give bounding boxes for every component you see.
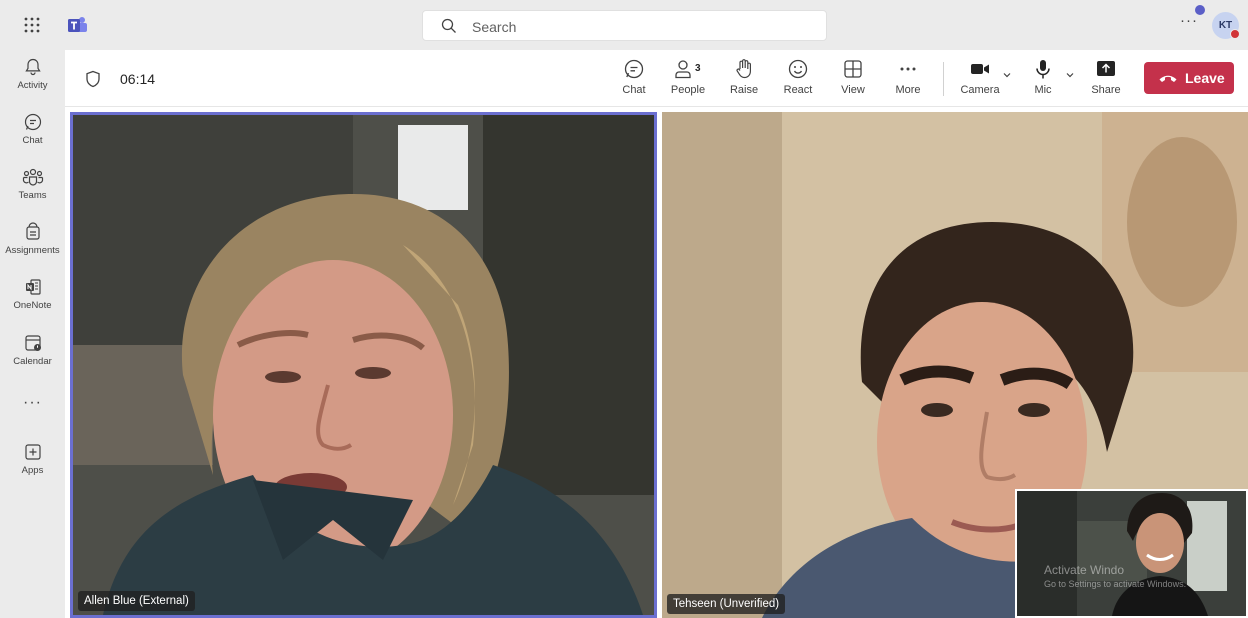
raise-hand-button[interactable]: Raise	[719, 58, 769, 96]
camera-button[interactable]: Camera	[955, 58, 1005, 96]
chat-button[interactable]: Chat	[609, 58, 659, 96]
chat-icon	[624, 59, 644, 79]
meeting-toolbar: 06:14 Chat 3 People Raise React View Mor…	[65, 50, 1248, 107]
search-input[interactable]: Search	[422, 10, 827, 41]
rail-item-label: Teams	[18, 190, 47, 201]
notification-dot	[1195, 5, 1205, 15]
top-bar: Search ··· KT	[0, 0, 1248, 50]
react-label: React	[783, 84, 813, 96]
rail-item-label: Apps	[21, 465, 44, 476]
toolbar-divider	[943, 62, 944, 96]
rail-item-label: Chat	[22, 135, 43, 146]
search-icon	[441, 18, 456, 33]
grid-icon	[844, 60, 862, 78]
presence-status-dot	[1230, 29, 1240, 39]
raise-hand-icon	[736, 59, 751, 79]
calendar-icon	[24, 335, 41, 351]
app-rail: Activity Chat Teams Assignments OneNote …	[0, 50, 65, 618]
camera-label: Camera	[960, 84, 1000, 96]
share-button[interactable]: Share	[1081, 58, 1131, 96]
rail-item-activity[interactable]: Activity	[0, 57, 65, 91]
mic-icon	[1036, 60, 1050, 79]
watermark-subtitle: Go to Settings to activate Windows.	[1044, 579, 1187, 589]
view-label: View	[841, 84, 865, 96]
rail-more-icon[interactable]: ···	[0, 394, 65, 412]
teams-icon	[22, 168, 43, 186]
mic-options-chevron-down-icon[interactable]	[1065, 70, 1075, 80]
more-label: More	[895, 84, 921, 96]
rail-item-label: Assignments	[5, 245, 60, 256]
leave-button[interactable]: Leave	[1144, 62, 1234, 94]
watermark-title: Activate Windo	[1044, 563, 1125, 577]
leave-label: Leave	[1185, 70, 1225, 86]
participant-tile-allen[interactable]: Allen Blue (External)	[70, 112, 657, 618]
camera-icon	[971, 64, 989, 74]
shield-icon[interactable]	[85, 70, 101, 88]
chat-icon	[24, 113, 41, 131]
chat-button-label: Chat	[622, 84, 646, 96]
rail-item-label: Calendar	[13, 356, 52, 367]
react-button[interactable]: React	[773, 58, 823, 96]
rail-item-calendar[interactable]: Calendar	[0, 333, 65, 367]
meeting-timer: 06:14	[120, 71, 156, 87]
hang-up-icon	[1159, 75, 1177, 82]
apps-plus-icon	[24, 444, 41, 460]
camera-options-chevron-down-icon[interactable]	[1002, 70, 1012, 80]
more-button[interactable]: More	[883, 58, 933, 96]
rail-item-label: OneNote	[13, 300, 52, 311]
rail-item-teams[interactable]: Teams	[0, 167, 65, 201]
rail-item-onenote[interactable]: OneNote	[0, 277, 65, 311]
assignments-icon	[25, 222, 40, 240]
onenote-icon	[25, 279, 41, 295]
rail-item-apps[interactable]: Apps	[0, 442, 65, 476]
search-placeholder: Search	[472, 19, 517, 35]
share-icon	[1097, 61, 1115, 76]
participant-name-tag: Allen Blue (External)	[78, 591, 195, 611]
people-icon	[675, 60, 691, 79]
mic-label: Mic	[1034, 84, 1052, 96]
self-video-icon	[1017, 491, 1246, 616]
settings-more-icon[interactable]: ···	[1180, 12, 1198, 29]
rail-item-label: Activity	[17, 80, 48, 91]
more-icon	[900, 67, 916, 71]
rail-item-chat[interactable]: Chat	[0, 112, 65, 146]
people-button-label: People	[670, 84, 706, 96]
teams-logo-icon	[68, 17, 87, 32]
bell-icon	[24, 58, 41, 76]
app-launcher-icon[interactable]	[22, 15, 42, 35]
people-button[interactable]: 3 People	[663, 58, 713, 96]
view-button[interactable]: View	[828, 58, 878, 96]
participant-video-icon	[73, 115, 654, 615]
activation-watermark: Activate Windo Go to Settings to activat…	[1044, 563, 1186, 589]
raise-hand-label: Raise	[729, 84, 759, 96]
people-count-badge: 3	[695, 63, 701, 74]
mic-button[interactable]: Mic	[1018, 58, 1068, 96]
share-label: Share	[1091, 84, 1121, 96]
rail-item-assignments[interactable]: Assignments	[0, 222, 65, 256]
video-stage: Allen Blue (External) Tehseen (Unverifie…	[65, 107, 1248, 618]
self-view-preview[interactable]: Activate Windo Go to Settings to activat…	[1015, 489, 1248, 618]
smiley-icon	[788, 59, 808, 79]
participant-name-tag: Tehseen (Unverified)	[667, 594, 786, 614]
